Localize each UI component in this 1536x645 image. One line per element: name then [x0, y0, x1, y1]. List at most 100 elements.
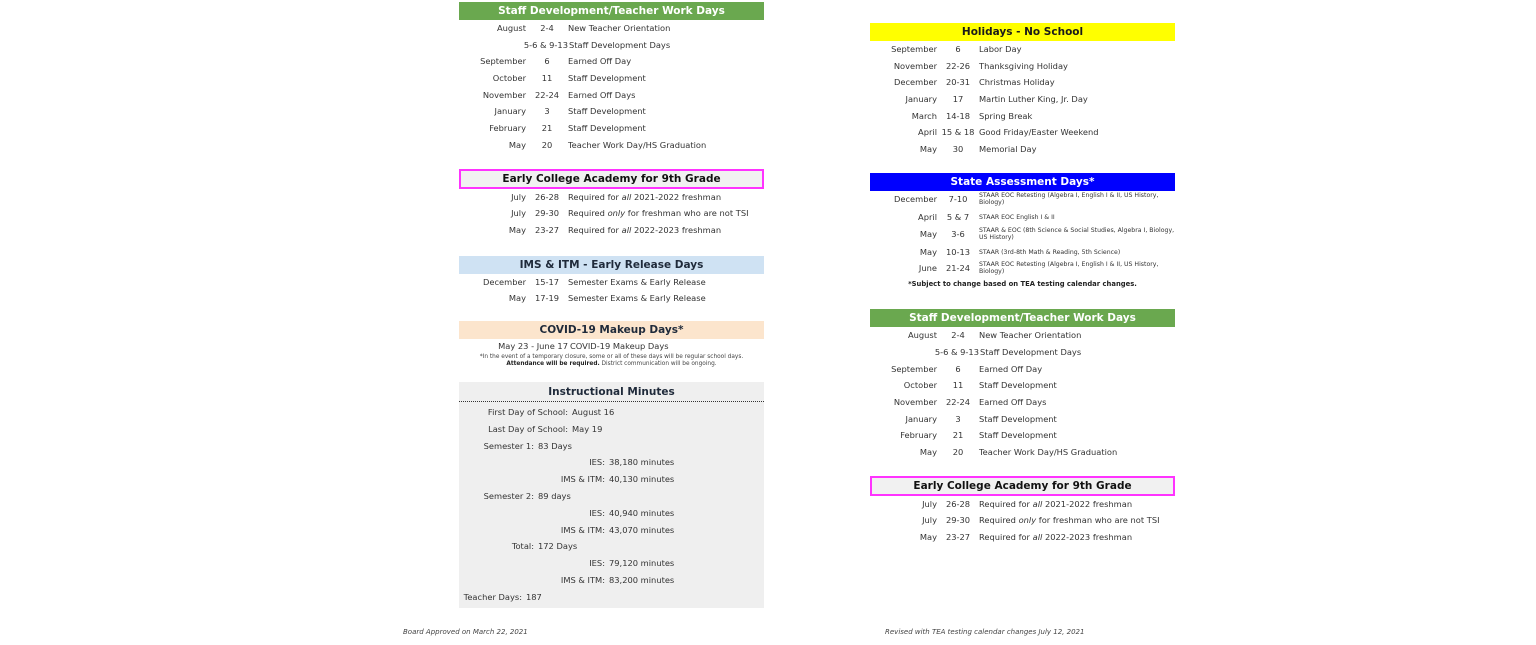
list-item: July 26-28 Required for all 2021-2022 fres… [459, 189, 764, 206]
month: September [480, 56, 526, 67]
minutes-label: IES: [589, 507, 605, 518]
list-item: 5-6 & 9-13 Staff Development Days [870, 344, 1175, 361]
event-emphasis: only [1018, 515, 1037, 526]
month: May [919, 246, 937, 257]
minutes-value: August 16 [572, 406, 615, 417]
minutes-label: IMS & ITM: [560, 474, 605, 485]
minutes-label: Teacher Days: [463, 591, 522, 602]
event-name: STAAR EOC Retesting (Algebra I, English … [979, 261, 1159, 276]
early-release-section: IMS & ITM - Early Release Days December 1… [459, 255, 764, 307]
month: February [489, 123, 526, 134]
event-name: Martin Luther King, Jr. Day [979, 94, 1088, 105]
list-item: April 5 & 7 STAAR EOC English I & II [870, 209, 1175, 226]
dates: 26-28 [945, 498, 971, 509]
list-item: 5-6 & 9-13 Staff Development Days [459, 37, 764, 54]
list-item: June 21-24 STAAR EOC Retesting (Algebra I,… [870, 260, 1175, 278]
month: May [919, 532, 937, 543]
event-name: Staff Development [568, 123, 646, 134]
event-name: Staff Development [568, 73, 646, 84]
dates: 6 [955, 44, 961, 54]
dates: 23-27 [945, 532, 971, 543]
month: November [893, 60, 937, 71]
section-title: Staff Development/Teacher Work Days [870, 309, 1175, 328]
event-name: Staff Development [979, 380, 1057, 391]
month: December [893, 193, 937, 204]
minutes-label: Last Day of School: [488, 423, 568, 434]
list-item: December 20-31 Christmas Holiday [870, 74, 1175, 91]
month: July [922, 515, 937, 526]
minutes-row: Total: 172 Days [459, 538, 764, 555]
minutes-row: First Day of School: August 16 [459, 404, 764, 421]
event-text: for freshman who are not TSI [1036, 515, 1160, 526]
month: April [918, 127, 937, 138]
holidays-list: September 6 Labor Day November 22-26 Thanksgi… [870, 41, 1175, 158]
event-emphasis: all [621, 224, 632, 235]
event-text: 2022-2023 freshman [1042, 532, 1133, 543]
staff-development-section: Staff Development/Teacher Work Days Augu… [459, 2, 764, 154]
dates: 2-4 [951, 330, 965, 341]
early-college-section: Early College Academy for 9th Grade July… [870, 475, 1175, 546]
dates: 21-24 [945, 263, 971, 274]
event-name: Spring Break [979, 110, 1033, 121]
event-name: New Teacher Orientation [568, 23, 671, 33]
list-item: May 10-13 STAAR (3rd-8th Math & Reading, 5… [870, 244, 1175, 261]
event-text: Required for [979, 498, 1033, 509]
event-text: Required for [568, 191, 622, 202]
list-item: May 23 - June 17 COVID-19 Makeup Days [459, 339, 764, 354]
month: January [905, 413, 937, 424]
list-item: October 11 Staff Development [459, 70, 764, 87]
left-column: Staff Development/Teacher Work Days Augu… [459, 2, 764, 608]
month: May [508, 293, 526, 304]
event-name: Earned Off Days [568, 89, 636, 100]
minutes-row: Semester 2: 89 days [459, 488, 764, 505]
early-release-list: December 15-17 Semester Exams & Early Rele… [459, 274, 764, 307]
section-title: State Assessment Days* [870, 172, 1175, 191]
month: April [918, 211, 937, 222]
event-name: Staff Development [979, 413, 1057, 424]
list-item: May 20 Teacher Work Day/HS Graduation [870, 444, 1175, 461]
holidays-section: Holidays - No School September 6 Labor Day… [870, 23, 1175, 158]
section-title: Early College Academy for 9th Grade [870, 475, 1175, 496]
event-name: Required for all 2022-2023 freshman [979, 529, 1175, 546]
list-item: November 22-26 Thanksgiving Holiday [870, 58, 1175, 75]
minutes-value: 89 days [538, 490, 571, 501]
event-name: Earned Off Days [979, 396, 1047, 407]
month: August [907, 330, 937, 341]
minutes-label: IMS & ITM: [560, 524, 605, 535]
minutes-value: 40,130 minutes [609, 474, 675, 485]
minutes-row: IES: 40,940 minutes [459, 505, 764, 522]
list-item: November 22-24 Earned Off Days [459, 87, 764, 104]
minutes-label: IMS & ITM: [560, 574, 605, 585]
dates: 20 [541, 139, 553, 150]
list-item: May 3-6 STAAR & EOC (8th Science & Social … [870, 226, 1175, 244]
minutes-row: IMS & ITM: 40,130 minutes [459, 471, 764, 488]
board-approved-footer: Board Approved on March 22, 2021 [403, 628, 528, 636]
minutes-value: 79,120 minutes [609, 558, 675, 569]
minutes-value: 38,180 minutes [609, 457, 675, 468]
list-item: November 22-24 Earned Off Days [870, 394, 1175, 411]
minutes-label: First Day of School: [487, 406, 568, 417]
dates: 15-17 [534, 276, 560, 287]
event-text: Required [979, 515, 1019, 526]
section-title: Staff Development/Teacher Work Days [459, 2, 764, 20]
list-item: October 11 Staff Development [870, 377, 1175, 394]
month: September [891, 363, 937, 374]
event-name: Required for all 2021-2022 freshman [979, 496, 1175, 513]
dates: 3-6 [951, 228, 965, 239]
event-name: Semester Exams & Early Release [568, 276, 706, 287]
event-name: Labor Day [979, 44, 1022, 54]
month: February [900, 430, 937, 441]
list-item: May 23-27 Required for all 2022-2023 fresh… [459, 222, 764, 239]
minutes-value: 83 Days [538, 440, 572, 451]
section-title: IMS & ITM - Early Release Days [459, 255, 764, 274]
covid-note-line2: Attendance will be required. District co… [506, 360, 717, 367]
dates: 10-13 [945, 246, 971, 257]
list-item: May 30 Memorial Day [870, 141, 1175, 158]
dates: 5 & 7 [946, 211, 970, 222]
list-item: September 6 Earned Off Day [870, 361, 1175, 378]
dates: 20-31 [945, 77, 971, 88]
covid-note-line1: *In the event of a temporary closure, so… [479, 353, 744, 360]
date-range: May 23 - June 17 [498, 340, 568, 351]
minutes-value: 40,940 minutes [609, 507, 675, 518]
dates: 23-27 [534, 224, 560, 235]
